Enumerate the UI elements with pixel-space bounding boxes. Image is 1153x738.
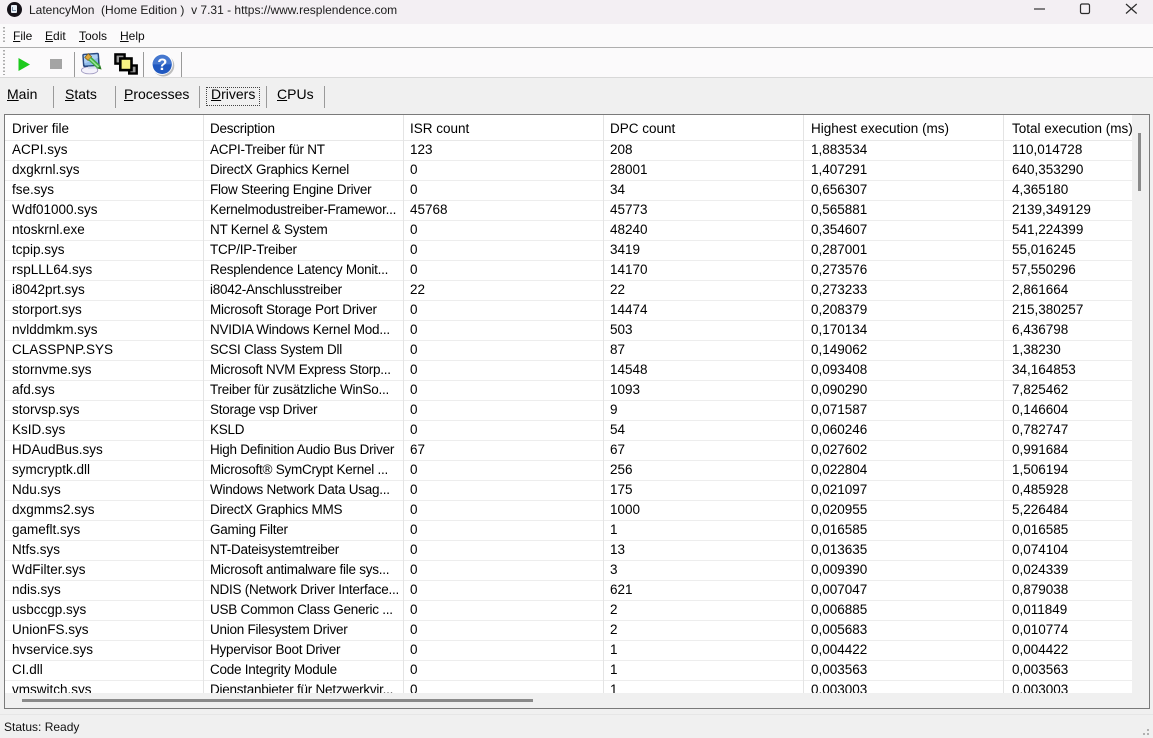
svg-text:?: ? — [157, 56, 167, 74]
